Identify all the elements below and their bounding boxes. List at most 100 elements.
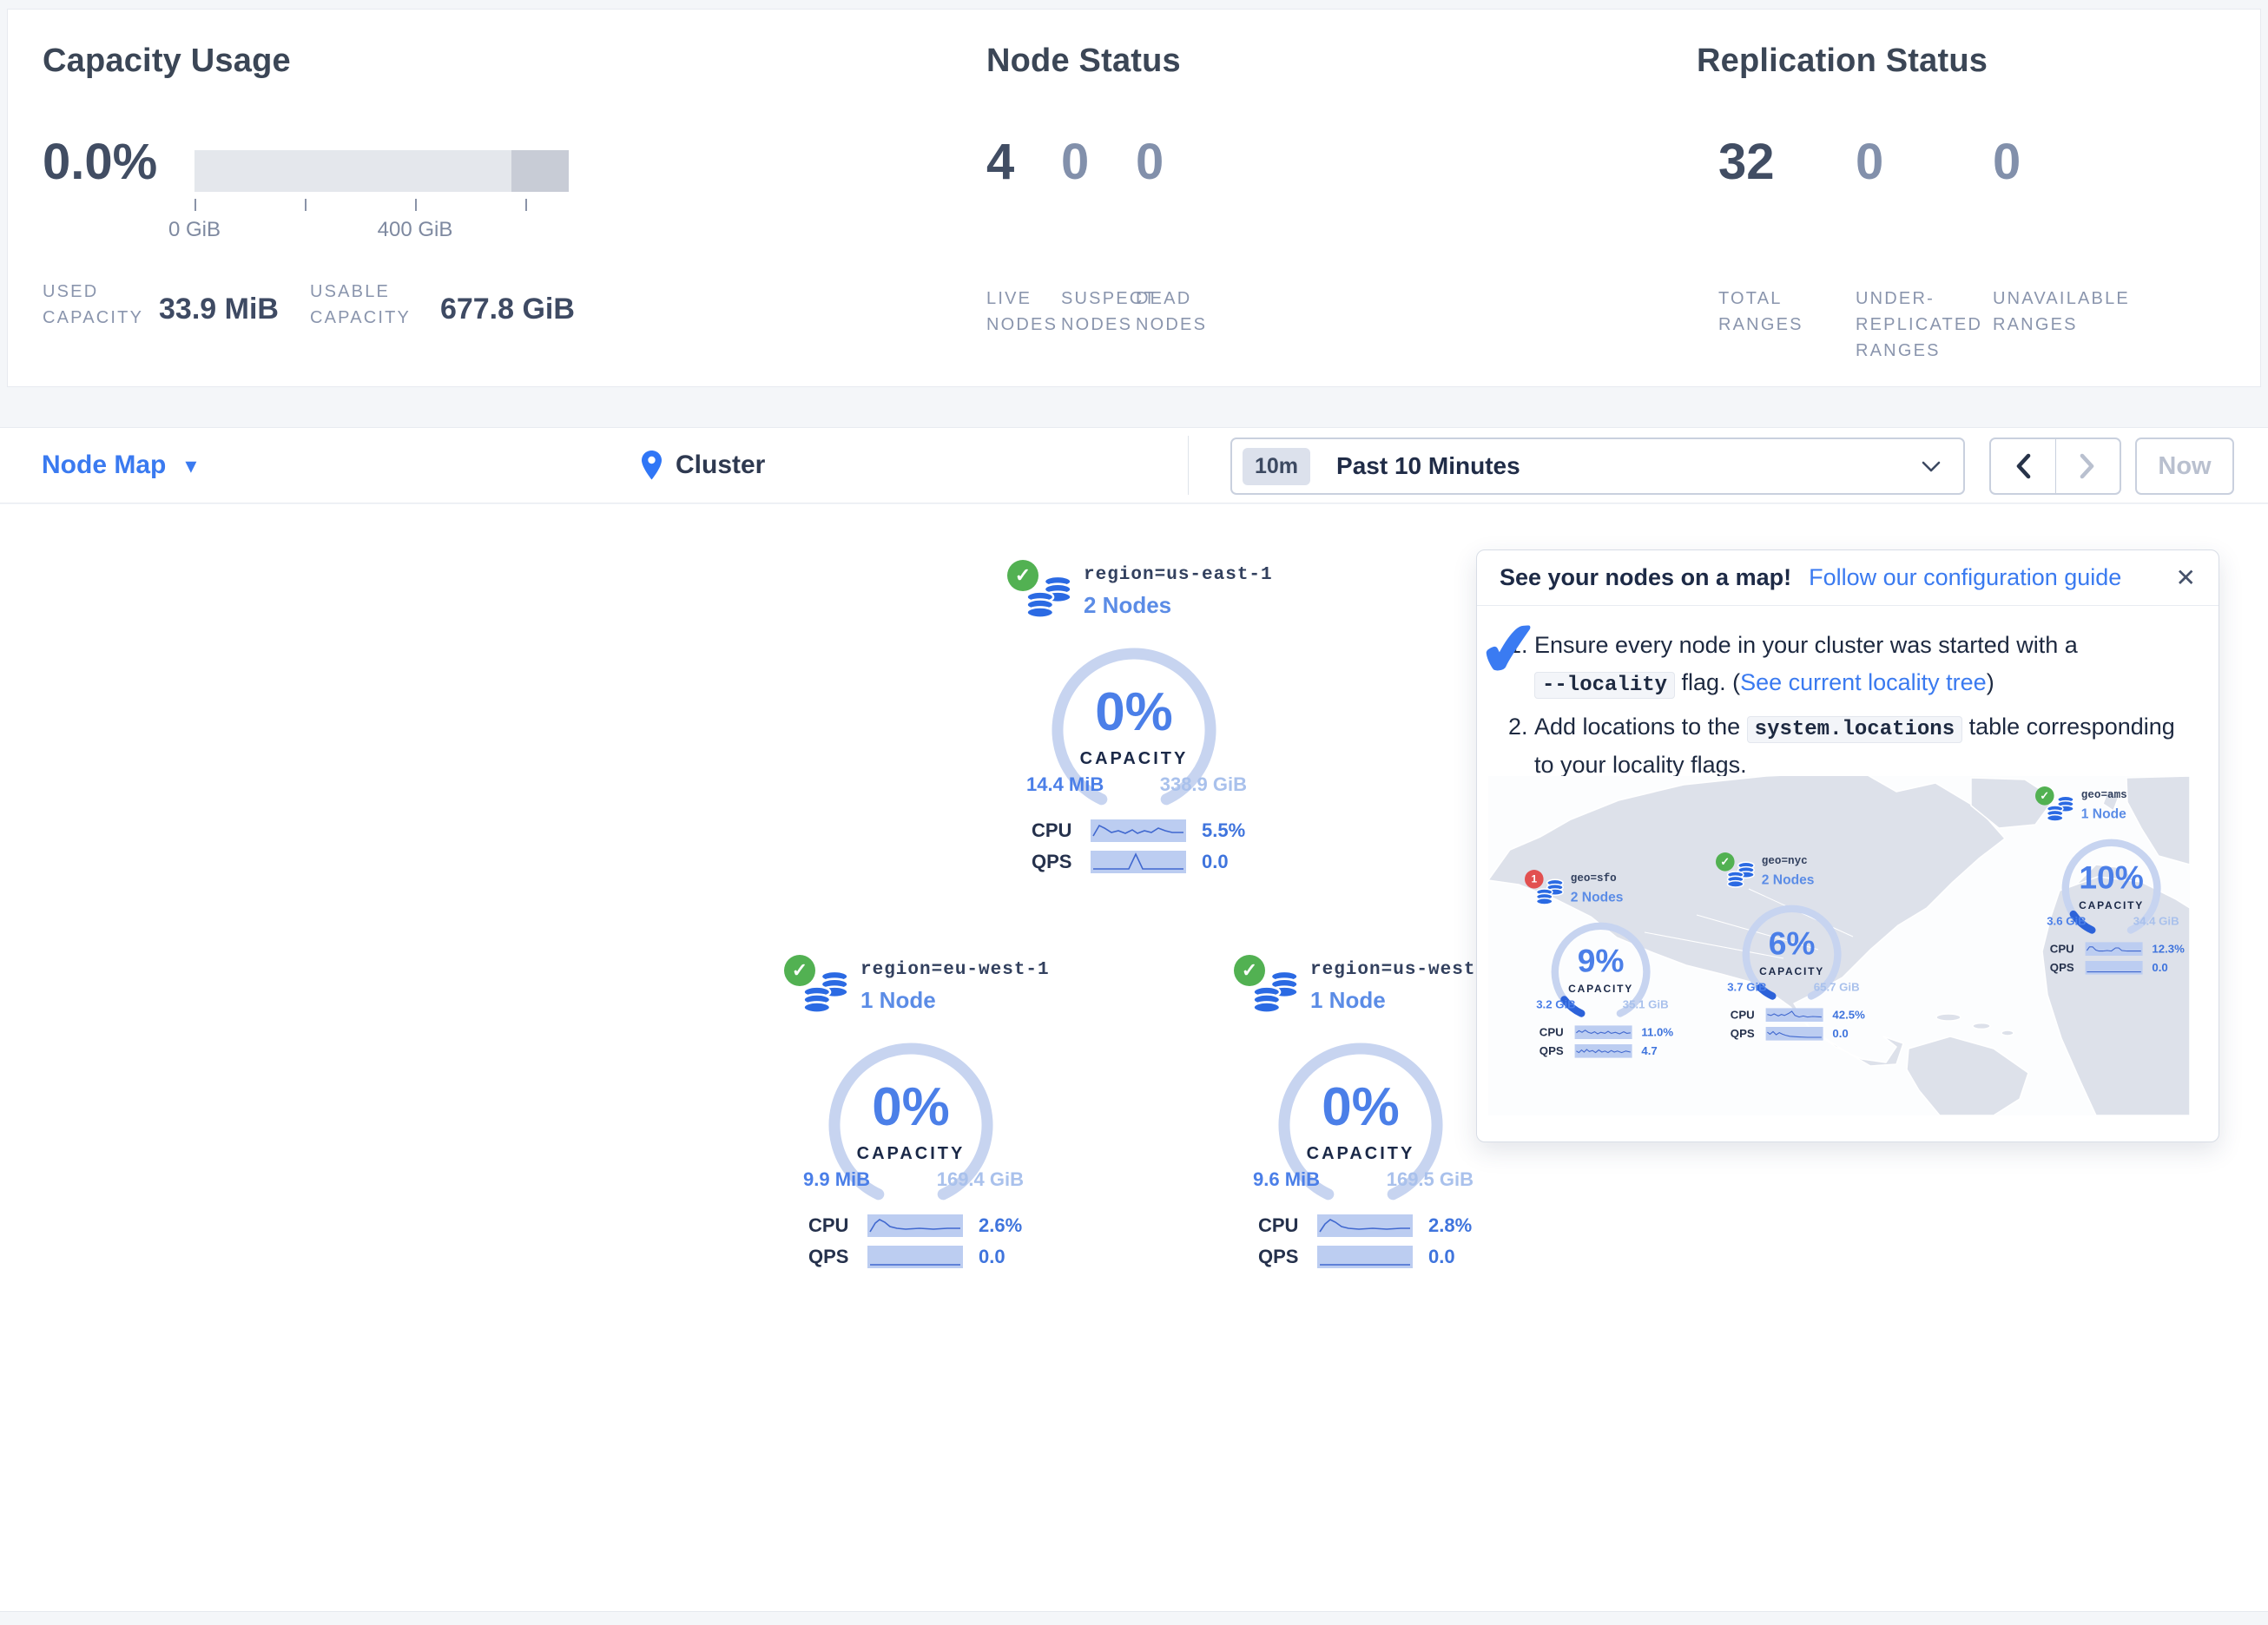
check-icon: ✓ <box>2040 789 2049 803</box>
check-icon: ✓ <box>1242 959 1257 982</box>
capacity-bar-reserved-segment <box>511 150 569 192</box>
qps-label: QPS <box>1731 1027 1761 1041</box>
qps-label: QPS <box>2050 961 2080 975</box>
gauge-capacity-label: CAPACITY <box>1047 749 1221 769</box>
gauge-percent: 0% <box>1047 681 1221 743</box>
gauge-capacity-label: CAPACITY <box>2060 900 2164 912</box>
gauge-percent: 10% <box>2060 859 2164 897</box>
gauge-total-value: 34.4 GiB <box>2133 915 2179 929</box>
time-range-label: Past 10 Minutes <box>1336 452 1520 480</box>
replication-status-title: Replication Status <box>1697 43 1988 80</box>
unavailable-ranges-count: 0 <box>1993 133 2130 191</box>
gauge-percent: 6% <box>1740 925 1844 963</box>
now-button[interactable]: Now <box>2135 438 2234 495</box>
check-icon: ✓ <box>1015 564 1031 587</box>
region-node-count: 1 Node <box>860 987 1053 1014</box>
cpu-value: 12.3% <box>2152 942 2184 956</box>
region-locality-label: region=eu-west-1 <box>860 960 1053 980</box>
cpu-sparkline <box>867 1214 963 1237</box>
minimap-node-nyc: ✓ geo=nyc 2 Nodes 6% CAPAC <box>1716 852 1877 1045</box>
replication-status-section: Replication Status 32 0 0 TOTAL RANGES U… <box>1697 43 1988 80</box>
toolbar-divider <box>1188 436 1189 495</box>
time-step-back-button[interactable] <box>1991 439 2055 493</box>
cpu-label: CPU <box>808 1214 859 1237</box>
region-node-count: 1 Node <box>1310 987 1503 1014</box>
cpu-label: CPU <box>1731 1008 1761 1022</box>
cpu-value: 2.6% <box>979 1214 1022 1237</box>
view-selector-label: Node Map <box>42 451 166 480</box>
qps-sparkline <box>1766 1027 1823 1041</box>
used-capacity-value: 33.9 MiB <box>159 293 279 326</box>
cpu-sparkline <box>1317 1214 1413 1237</box>
axis-tick-label: 400 GiB <box>378 218 453 242</box>
step-text: ) <box>1987 669 1994 695</box>
qps-sparkline <box>867 1246 963 1268</box>
page-footer-strip <box>0 1611 2268 1625</box>
status-ok-badge: ✓ <box>2035 786 2054 806</box>
setup-step-2: Add locations to the system.locations ta… <box>1534 708 2196 785</box>
total-ranges-label: TOTAL RANGES <box>1718 286 1856 364</box>
cpu-label: CPU <box>1258 1214 1309 1237</box>
big-check-icon: ✔ <box>1475 610 1544 689</box>
suspect-nodes-count: 0 <box>1061 133 1136 191</box>
caret-down-icon: ▾ <box>185 454 196 477</box>
live-nodes-count: 4 <box>986 133 1061 191</box>
cpu-label: CPU <box>2050 942 2080 956</box>
minimap-node-ams: ✓ geo=ams 1 Node 10% CAPAC <box>2035 786 2190 979</box>
capacity-stats: USED CAPACITY 33.9 MiB USABLE CAPACITY 6… <box>43 279 606 331</box>
region-node-count: 2 Nodes <box>1084 592 1276 619</box>
region-card-us-east-1[interactable]: ✓ region=us-east-1 2 Nodes 0% CAPACITY 1… <box>1007 560 1276 881</box>
node-count: 1 Node <box>2081 806 2190 822</box>
region-card-eu-west-1[interactable]: ✓ region=eu-west-1 1 Node 0% CAPACITY 9.… <box>784 955 1053 1276</box>
dead-nodes-label: DEAD NODES <box>1136 286 1210 338</box>
gauge-used-value: 14.4 MiB <box>1026 773 1104 796</box>
under-replicated-ranges-count: 0 <box>1856 133 1993 191</box>
capacity-axis: 0 GiB 400 GiB <box>194 199 569 213</box>
cpu-value: 2.8% <box>1428 1214 1472 1237</box>
view-selector-dropdown[interactable]: Node Map ▾ <box>42 428 196 503</box>
axis-tick <box>305 199 307 211</box>
capacity-bar <box>194 150 569 192</box>
live-nodes-label: LIVE NODES <box>986 286 1061 338</box>
qps-value: 0.0 <box>2152 961 2167 975</box>
node-count: 2 Nodes <box>1762 872 1877 888</box>
locality-tree-link[interactable]: See current locality tree <box>1740 669 1987 695</box>
gauge-capacity-label: CAPACITY <box>1274 1144 1447 1164</box>
check-icon: ✓ <box>792 959 808 982</box>
status-ok-badge: ✓ <box>1716 852 1735 872</box>
cpu-sparkline <box>1575 1025 1632 1039</box>
qps-sparkline <box>2086 961 2143 975</box>
close-icon[interactable]: ✕ <box>2176 563 2196 592</box>
gauge-total-value: 338.9 GiB <box>1160 773 1247 796</box>
qps-label: QPS <box>1539 1044 1570 1058</box>
axis-tick-label: 0 GiB <box>168 218 221 242</box>
setup-steps: Ensure every node in your cluster was st… <box>1477 606 2219 784</box>
capacity-usage-section: Capacity Usage 0.0% 0 GiB 400 GiB USED C… <box>43 43 291 80</box>
qps-value: 0.0 <box>1832 1027 1848 1041</box>
under-replicated-ranges-label: UNDER-REPLICATED RANGES <box>1856 286 1993 364</box>
setup-step-1: Ensure every node in your cluster was st… <box>1534 627 2196 703</box>
qps-value: 4.7 <box>1641 1044 1657 1058</box>
capacity-gauge: 0% CAPACITY 9.6 MiB 169.5 GiB <box>1274 1038 1447 1212</box>
suspect-nodes-label: SUSPECT NODES <box>1061 286 1136 338</box>
popup-title: See your nodes on a map! <box>1500 564 1791 591</box>
qps-value: 0.0 <box>1428 1246 1455 1268</box>
qps-label: QPS <box>1032 851 1082 873</box>
locality-flag-code: --locality <box>1534 672 1675 699</box>
gauge-used-value: 9.6 MiB <box>1253 1168 1320 1191</box>
status-ok-badge: ✓ <box>1234 955 1265 986</box>
time-step-forward-button[interactable] <box>2055 439 2120 493</box>
gauge-percent: 9% <box>1549 943 1653 980</box>
cpu-label: CPU <box>1032 819 1082 842</box>
axis-tick <box>415 199 417 211</box>
step-text: flag. ( <box>1675 669 1740 695</box>
node-count: 2 Nodes <box>1571 889 1686 905</box>
region-card-us-west-1[interactable]: ✓ region=us-west-1 1 Node 0% CAPACITY 9.… <box>1234 955 1503 1276</box>
system-locations-code: system.locations <box>1747 716 1962 743</box>
configuration-guide-link[interactable]: Follow our configuration guide <box>1809 564 2121 591</box>
gauge-total-value: 169.4 GiB <box>937 1168 1024 1191</box>
time-range-dropdown[interactable]: 10m Past 10 Minutes <box>1230 438 1965 495</box>
breadcrumb[interactable]: Cluster <box>640 428 765 503</box>
capacity-usage-title: Capacity Usage <box>43 43 291 80</box>
gauge-total-value: 35.1 GiB <box>1623 998 1669 1012</box>
